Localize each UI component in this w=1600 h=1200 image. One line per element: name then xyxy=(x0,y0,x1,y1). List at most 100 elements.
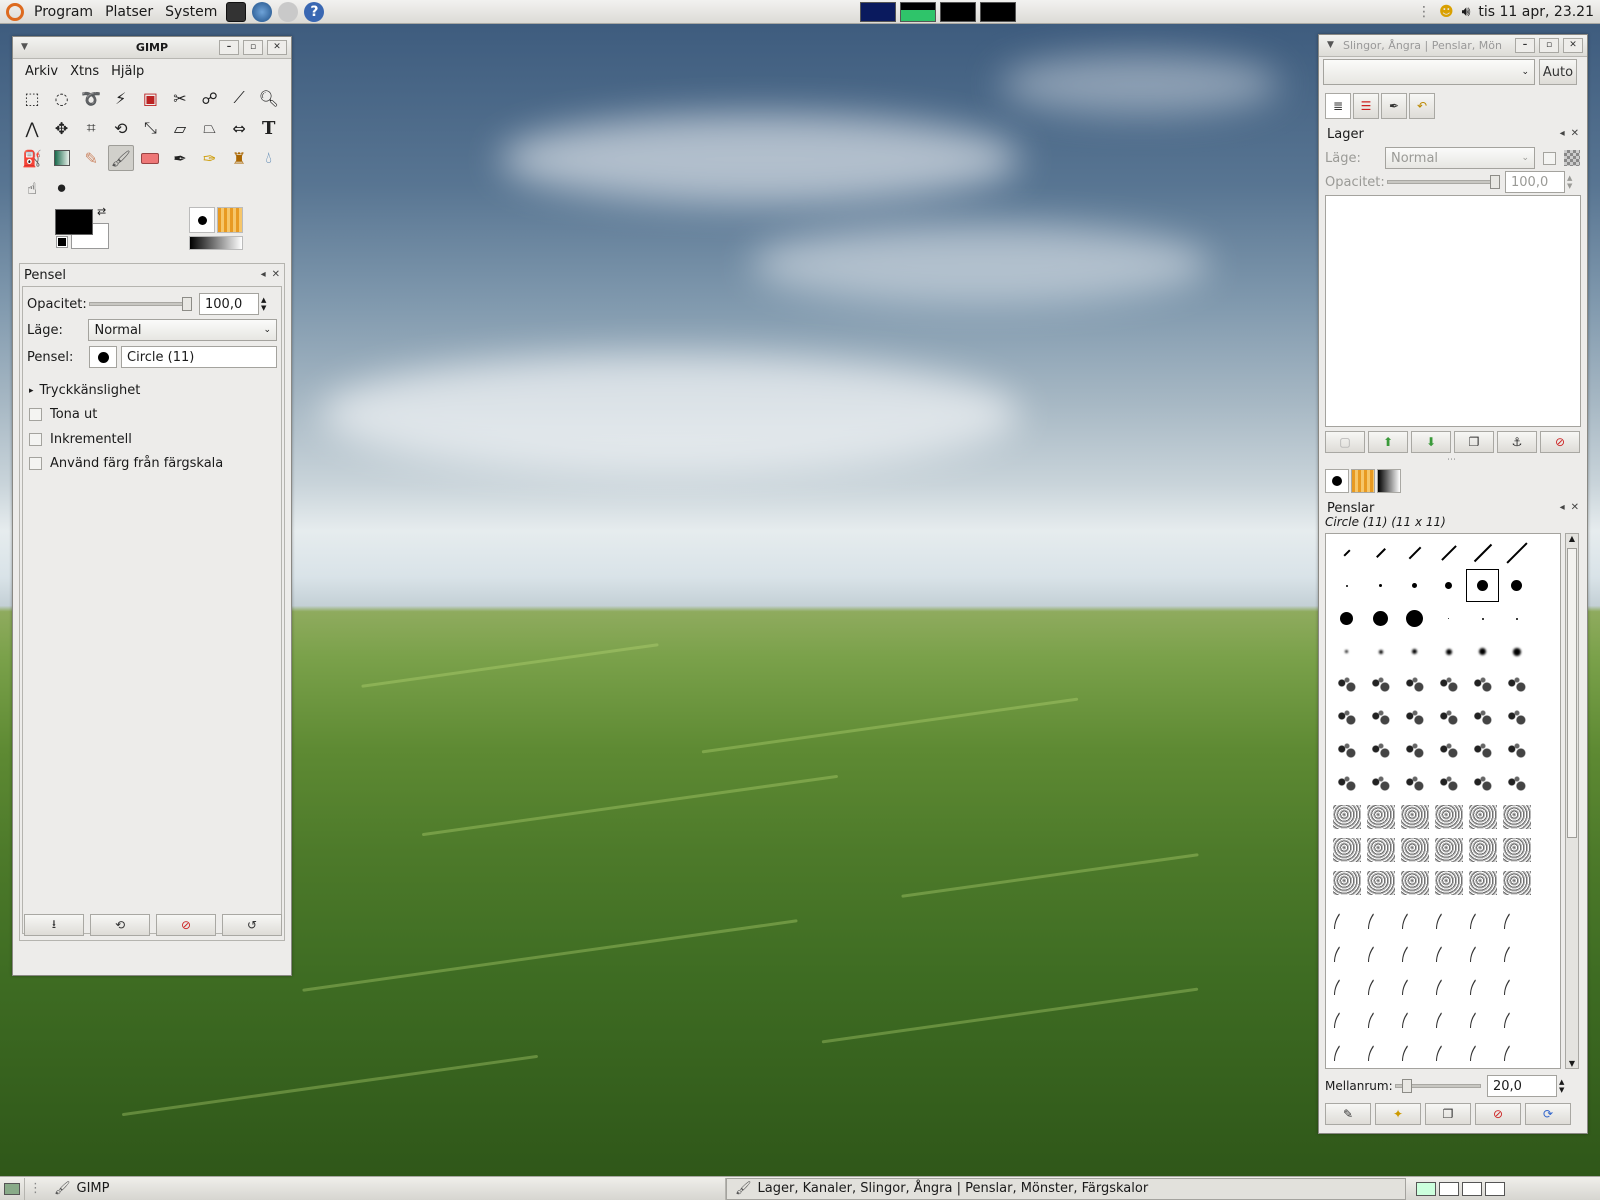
brush-thumbnail[interactable] xyxy=(1466,734,1499,767)
maximize-button[interactable]: ▫ xyxy=(243,40,263,55)
brush-thumbnail[interactable] xyxy=(1330,800,1363,833)
brush-thumbnail[interactable] xyxy=(1364,1031,1397,1064)
brush-thumbnail[interactable] xyxy=(1466,569,1499,602)
paths-tab-icon[interactable]: ✒ xyxy=(1381,93,1407,119)
brush-thumbnail[interactable] xyxy=(1330,1031,1363,1064)
brush-thumbnail[interactable] xyxy=(1466,767,1499,800)
brush-thumbnail[interactable] xyxy=(1466,602,1499,635)
layer-opacity-input[interactable]: 100,0 xyxy=(1505,171,1565,193)
brush-thumbnail[interactable] xyxy=(1432,899,1465,932)
scrollbar-thumb[interactable] xyxy=(1567,548,1577,838)
brush-thumbnail[interactable] xyxy=(1466,635,1499,668)
workspace-1[interactable] xyxy=(860,2,896,22)
brush-thumbnail[interactable] xyxy=(1500,767,1533,800)
color-picker-tool-icon[interactable]: ⟋ xyxy=(226,85,252,111)
scroll-down-icon[interactable]: ▼ xyxy=(1566,1059,1578,1068)
brush-thumbnail[interactable] xyxy=(1432,668,1465,701)
duplicate-brush-button[interactable]: ❐ xyxy=(1425,1103,1471,1125)
measure-tool-icon[interactable]: ⋀ xyxy=(19,115,45,141)
brush-thumbnail[interactable] xyxy=(1364,602,1397,635)
brush-thumbnail[interactable] xyxy=(1432,734,1465,767)
brush-thumbnail[interactable] xyxy=(1398,701,1431,734)
brushes-tab-icon[interactable] xyxy=(1325,469,1349,493)
brush-thumbnail[interactable] xyxy=(1398,767,1431,800)
browser-launcher-icon[interactable] xyxy=(252,1,273,22)
brush-thumbnail[interactable] xyxy=(1432,833,1465,866)
layer-opacity-slider[interactable] xyxy=(1387,175,1500,189)
brush-thumbnail[interactable] xyxy=(1500,998,1533,1031)
brush-thumbnail[interactable] xyxy=(1364,899,1397,932)
fade-checkbox-row[interactable]: Tona ut xyxy=(29,407,97,422)
layer-opacity-spin-icon[interactable]: ▲ ▼ xyxy=(1567,174,1572,190)
brush-thumbnail[interactable] xyxy=(1466,866,1499,899)
brush-thumbnail[interactable] xyxy=(1364,800,1397,833)
active-gradient-preview[interactable] xyxy=(189,236,243,250)
opacity-input[interactable]: 100,0 xyxy=(199,293,259,315)
opacity-slider[interactable] xyxy=(89,297,192,311)
pencil-tool-icon[interactable]: ✎ xyxy=(78,145,104,171)
new-layer-button[interactable]: ▢ xyxy=(1325,431,1365,453)
brush-thumbnail[interactable] xyxy=(1500,701,1533,734)
image-selector[interactable]: ⌄ xyxy=(1323,59,1535,85)
tab-menu-icon[interactable]: ◂ xyxy=(1560,128,1565,139)
brush-thumbnail[interactable] xyxy=(1432,635,1465,668)
taskbar-item-dock[interactable]: 🖌︎ Lager, Kanaler, Slingor, Ångra | Pens… xyxy=(726,1177,1406,1200)
clock-launcher-icon[interactable] xyxy=(278,1,299,22)
brush-thumbnail[interactable] xyxy=(1466,668,1499,701)
brush-thumbnail[interactable] xyxy=(1432,701,1465,734)
brush-thumbnail[interactable] xyxy=(1364,701,1397,734)
airbrush-tool-icon[interactable]: ✒ xyxy=(167,145,193,171)
keep-transparency-checkbox[interactable] xyxy=(1543,151,1556,165)
close-button[interactable]: ✕ xyxy=(1563,38,1583,53)
brush-thumbnail[interactable] xyxy=(1330,866,1363,899)
heal-tool-icon[interactable]: 💧︎ xyxy=(256,145,282,171)
brush-thumbnail[interactable] xyxy=(1466,965,1499,998)
brush-thumbnail[interactable] xyxy=(1364,635,1397,668)
shear-tool-icon[interactable]: ▱ xyxy=(167,115,193,141)
minimize-button[interactable]: – xyxy=(1515,38,1535,53)
brush-thumbnail[interactable] xyxy=(1466,833,1499,866)
fade-checkbox[interactable] xyxy=(29,408,42,421)
maximize-button[interactable]: ▫ xyxy=(1539,38,1559,53)
workspace-mini-2[interactable] xyxy=(1439,1181,1459,1196)
brush-thumbnail[interactable] xyxy=(1364,998,1397,1031)
brush-thumbnail[interactable] xyxy=(1364,767,1397,800)
delete-brush-button[interactable]: ⊘ xyxy=(1475,1103,1521,1125)
brush-thumbnail[interactable] xyxy=(1500,635,1533,668)
new-brush-button[interactable]: ✦ xyxy=(1375,1103,1421,1125)
brush-thumbnail[interactable] xyxy=(1500,569,1533,602)
brush-thumbnail[interactable] xyxy=(1500,734,1533,767)
incremental-checkbox-row[interactable]: Inkrementell xyxy=(29,432,132,447)
brush-thumbnail[interactable] xyxy=(1500,800,1533,833)
move-tool-icon[interactable]: ✥ xyxy=(49,115,75,141)
gradient-color-checkbox-row[interactable]: Använd färg från färgskala xyxy=(29,456,223,471)
brush-thumbnail[interactable] xyxy=(1330,833,1363,866)
brush-thumbnail[interactable] xyxy=(1500,932,1533,965)
layer-mode-select[interactable]: Normal ⌄ xyxy=(1385,147,1535,169)
close-button[interactable]: ✕ xyxy=(267,40,287,55)
brush-thumbnail[interactable] xyxy=(1466,1031,1499,1064)
brush-thumbnail[interactable] xyxy=(1500,866,1533,899)
mode-select[interactable]: Normal ⌄ xyxy=(88,319,277,341)
brush-thumbnail[interactable] xyxy=(1432,767,1465,800)
close-tab-icon[interactable]: ✕ xyxy=(1571,502,1579,513)
workspace-4[interactable] xyxy=(980,2,1016,22)
patterns-tab-icon[interactable] xyxy=(1351,469,1375,493)
rotate-tool-icon[interactable]: ⟲ xyxy=(108,115,134,141)
pane-separator[interactable]: ⋯ xyxy=(1447,455,1456,465)
lower-layer-button[interactable]: ⬇ xyxy=(1411,431,1451,453)
workspace-2[interactable] xyxy=(900,2,936,22)
brush-thumbnail[interactable] xyxy=(1500,1031,1533,1064)
close-tab-icon[interactable]: ✕ xyxy=(272,269,280,280)
brush-thumbnail[interactable] xyxy=(1432,998,1465,1031)
opacity-spin-icon[interactable]: ▲ ▼ xyxy=(261,296,266,312)
brush-thumbnail[interactable] xyxy=(1500,833,1533,866)
brush-thumbnail[interactable] xyxy=(1330,734,1363,767)
brush-thumbnail[interactable] xyxy=(1330,569,1363,602)
brush-name-field[interactable]: Circle (11) xyxy=(121,346,277,368)
brush-thumbnail[interactable] xyxy=(1364,536,1397,569)
menu-hjalp[interactable]: Hjälp xyxy=(105,64,150,79)
window-menu-icon[interactable]: ▼ xyxy=(1327,40,1334,50)
fuzzy-select-tool-icon[interactable]: ⚡ xyxy=(108,85,134,111)
active-pattern-preview[interactable] xyxy=(217,207,243,233)
